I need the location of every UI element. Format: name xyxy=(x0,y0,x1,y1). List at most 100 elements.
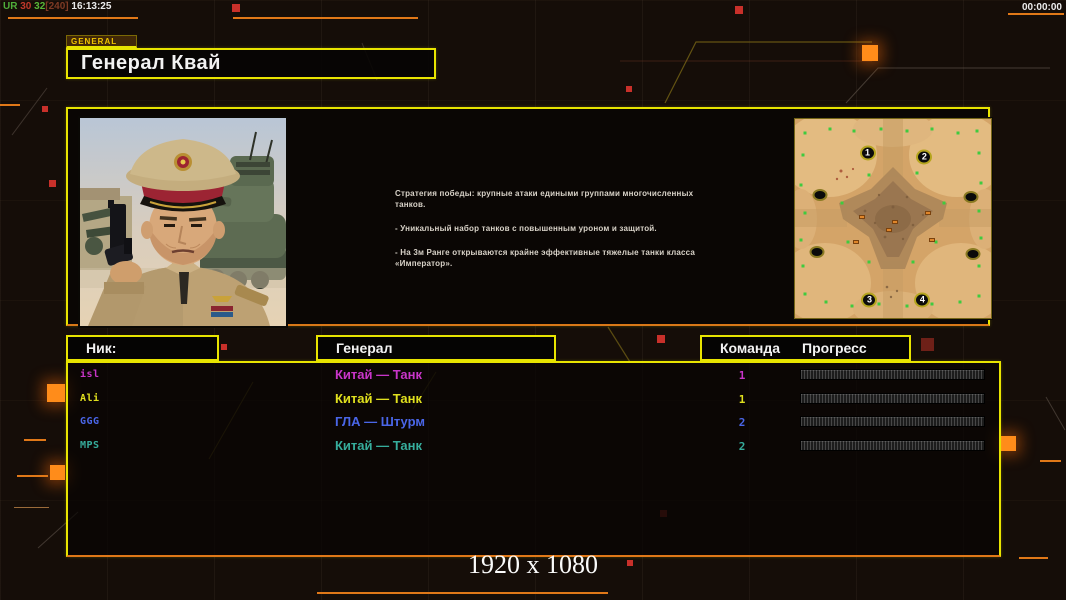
tree-marker xyxy=(803,131,807,135)
player-general: Китай — Танк xyxy=(335,390,422,406)
tree-marker xyxy=(840,201,844,205)
progress-bar xyxy=(800,416,985,427)
strategy-line: - На 3м Ранге открываются крайне эффекти… xyxy=(395,248,696,268)
tree-marker xyxy=(977,209,981,213)
player-team: 1 xyxy=(738,392,746,406)
tree-marker xyxy=(911,260,915,264)
general-tab-label: GENERAL xyxy=(66,35,137,48)
tree-marker xyxy=(803,292,807,296)
tree-marker xyxy=(828,127,832,131)
decor-square xyxy=(1001,436,1016,451)
player-nick: Ali xyxy=(80,392,100,404)
decor-square xyxy=(232,4,240,12)
player-row: isl Китай — Танк 1 xyxy=(68,363,999,386)
oil-spot-marker xyxy=(809,246,825,259)
player-team: 2 xyxy=(738,439,746,453)
decor-dash xyxy=(1019,557,1048,559)
column-header-general: Генерал xyxy=(316,335,556,361)
decor-square xyxy=(47,384,65,402)
stat-segment: [240] xyxy=(45,1,69,12)
general-portrait xyxy=(80,118,286,326)
tree-marker xyxy=(915,171,919,175)
player-row: GGG ГЛА — Штурм 2 xyxy=(68,410,999,433)
general-info-panel: Стратегия победы: крупные атаки едиными … xyxy=(66,107,1007,327)
resolution-label: 1920 x 1080 xyxy=(468,550,598,579)
decor-square xyxy=(921,338,934,351)
match-timer: 00:00:00 xyxy=(1021,2,1062,13)
decor-dash xyxy=(17,475,48,477)
title-box: Генерал Квай xyxy=(66,48,436,79)
supply-marker xyxy=(858,214,865,219)
tree-marker xyxy=(801,153,805,157)
decor-square xyxy=(626,86,632,92)
column-header-team-progress: Команда Прогресс xyxy=(700,335,911,361)
strategy-text: Стратегия победы: крупные атаки едиными … xyxy=(395,188,710,282)
decor-square xyxy=(735,6,743,14)
strategy-line: Стратегия победы: крупные атаки едиными … xyxy=(395,189,694,209)
decor-dash xyxy=(317,592,608,594)
nick-header-label: Ник: xyxy=(86,340,117,356)
tree-marker xyxy=(867,260,871,264)
tree-marker xyxy=(979,181,983,185)
tree-marker xyxy=(977,151,981,155)
player-nick: GGG xyxy=(80,416,100,427)
tree-marker xyxy=(846,240,850,244)
supply-marker xyxy=(891,220,898,225)
supply-marker xyxy=(929,238,936,243)
spawn-marker: 3 xyxy=(861,292,878,308)
tree-marker xyxy=(877,302,881,306)
tree-marker xyxy=(977,264,981,268)
player-nick: MPS xyxy=(80,439,100,451)
map-preview: 1 2 3 4 xyxy=(779,111,1007,327)
tree-marker xyxy=(958,300,962,304)
player-row: MPS Китай — Танк 2 xyxy=(68,434,999,457)
tree-marker xyxy=(850,304,854,308)
supply-marker xyxy=(886,228,893,233)
player-nick: isl xyxy=(80,369,100,380)
tree-marker xyxy=(824,300,828,304)
spawn-marker: 4 xyxy=(914,292,931,308)
progress-bar xyxy=(800,439,985,451)
performance-overlay: UR 30 32[240] 16:13:25 xyxy=(3,1,111,12)
spawn-marker: 2 xyxy=(916,149,933,165)
progress-header-label: Прогресс xyxy=(802,340,867,356)
progress-bar xyxy=(800,392,985,404)
decor-square xyxy=(221,344,227,350)
supply-marker xyxy=(852,240,859,245)
page-title: Генерал Квай xyxy=(81,52,221,74)
tree-marker xyxy=(801,264,805,268)
tree-marker xyxy=(799,183,803,187)
tree-marker xyxy=(799,238,803,242)
tree-marker xyxy=(975,129,979,133)
tree-marker xyxy=(956,131,960,135)
stat-segment: 32 xyxy=(34,1,46,12)
progress-bar xyxy=(800,369,985,380)
stat-segment: 16:13:25 xyxy=(68,1,112,12)
player-general: Китай — Танк xyxy=(335,437,422,453)
player-team: 2 xyxy=(738,416,746,429)
stat-segment: 30 xyxy=(20,1,35,12)
oil-spot-marker xyxy=(965,248,981,261)
column-header-nick: Ник: xyxy=(66,335,219,361)
decor-square xyxy=(49,180,56,187)
player-team: 1 xyxy=(738,369,746,382)
spawn-marker: 1 xyxy=(859,145,876,161)
map-markers: 1 2 3 4 xyxy=(795,119,991,318)
oil-spot-marker xyxy=(812,188,828,201)
decor-dash xyxy=(233,17,418,19)
oil-spot-marker xyxy=(963,190,979,203)
tree-marker xyxy=(979,236,983,240)
tree-marker xyxy=(942,201,946,205)
tree-marker xyxy=(852,129,856,133)
tree-marker xyxy=(803,211,807,215)
loading-screen: UR 30 32[240] 16:13:25 00:00:00 GENERAL … xyxy=(0,0,1066,600)
player-general: Китай — Танк xyxy=(335,367,422,382)
decor-square xyxy=(42,106,48,112)
player-general: ГЛА — Штурм xyxy=(335,414,425,429)
decor-dash xyxy=(1008,13,1064,15)
tree-marker xyxy=(930,127,934,131)
general-portrait-art xyxy=(80,118,286,326)
tree-marker xyxy=(905,304,909,308)
team-header-label: Команда xyxy=(720,340,780,356)
decor-square xyxy=(50,465,65,480)
